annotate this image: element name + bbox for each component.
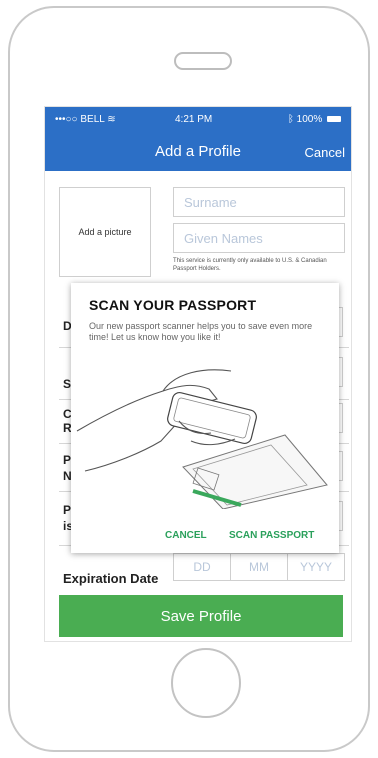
cancel-button[interactable]: Cancel — [305, 145, 345, 160]
expiration-day-field[interactable]: DD — [174, 554, 230, 580]
status-carrier: •••○○ BELL ≋ — [55, 114, 116, 125]
dialog-title: SCAN YOUR PASSPORT — [89, 297, 257, 313]
add-picture-label: Add a picture — [78, 227, 132, 237]
scan-passport-dialog: SCAN YOUR PASSPORT Our new passport scan… — [71, 283, 339, 553]
dialog-cancel-button[interactable]: CANCEL — [165, 530, 207, 541]
phone-speaker — [174, 52, 232, 70]
given-names-field[interactable]: Given Names — [173, 223, 345, 253]
bluetooth-icon: ᛒ — [287, 114, 294, 125]
expiration-date-label: Expiration Date — [63, 571, 159, 586]
home-button[interactable] — [171, 648, 241, 718]
status-time: 4:21 PM — [175, 114, 213, 125]
eligibility-notice: This service is currently only available… — [173, 258, 327, 272]
dialog-message: Our new passport scanner helps you to sa… — [89, 321, 313, 342]
wifi-icon: ≋ — [107, 114, 116, 125]
app-screen: •••○○ BELL ≋ 4:21 PM ᛒ 100% Add a Profil… — [44, 106, 352, 642]
save-profile-button[interactable]: Save Profile — [59, 595, 343, 637]
app-header: •••○○ BELL ≋ 4:21 PM ᛒ 100% Add a Profil… — [45, 107, 351, 171]
passport-scan-illustration — [76, 369, 328, 509]
expiration-year-field[interactable]: YYYY — [287, 554, 344, 580]
form-label-partial: S — [63, 377, 72, 391]
expiration-month-field[interactable]: MM — [230, 554, 287, 580]
form-label-partial: P — [63, 453, 72, 467]
form-label-partial: P — [63, 503, 72, 517]
scan-passport-button[interactable]: SCAN PASSPORT — [229, 530, 314, 541]
battery-icon — [327, 116, 341, 123]
status-battery: ᛒ 100% — [288, 114, 341, 125]
surname-field[interactable]: Surname — [173, 187, 345, 217]
add-picture-button[interactable]: Add a picture — [59, 187, 151, 277]
expiration-date-fields: DD MM YYYY — [173, 553, 345, 581]
